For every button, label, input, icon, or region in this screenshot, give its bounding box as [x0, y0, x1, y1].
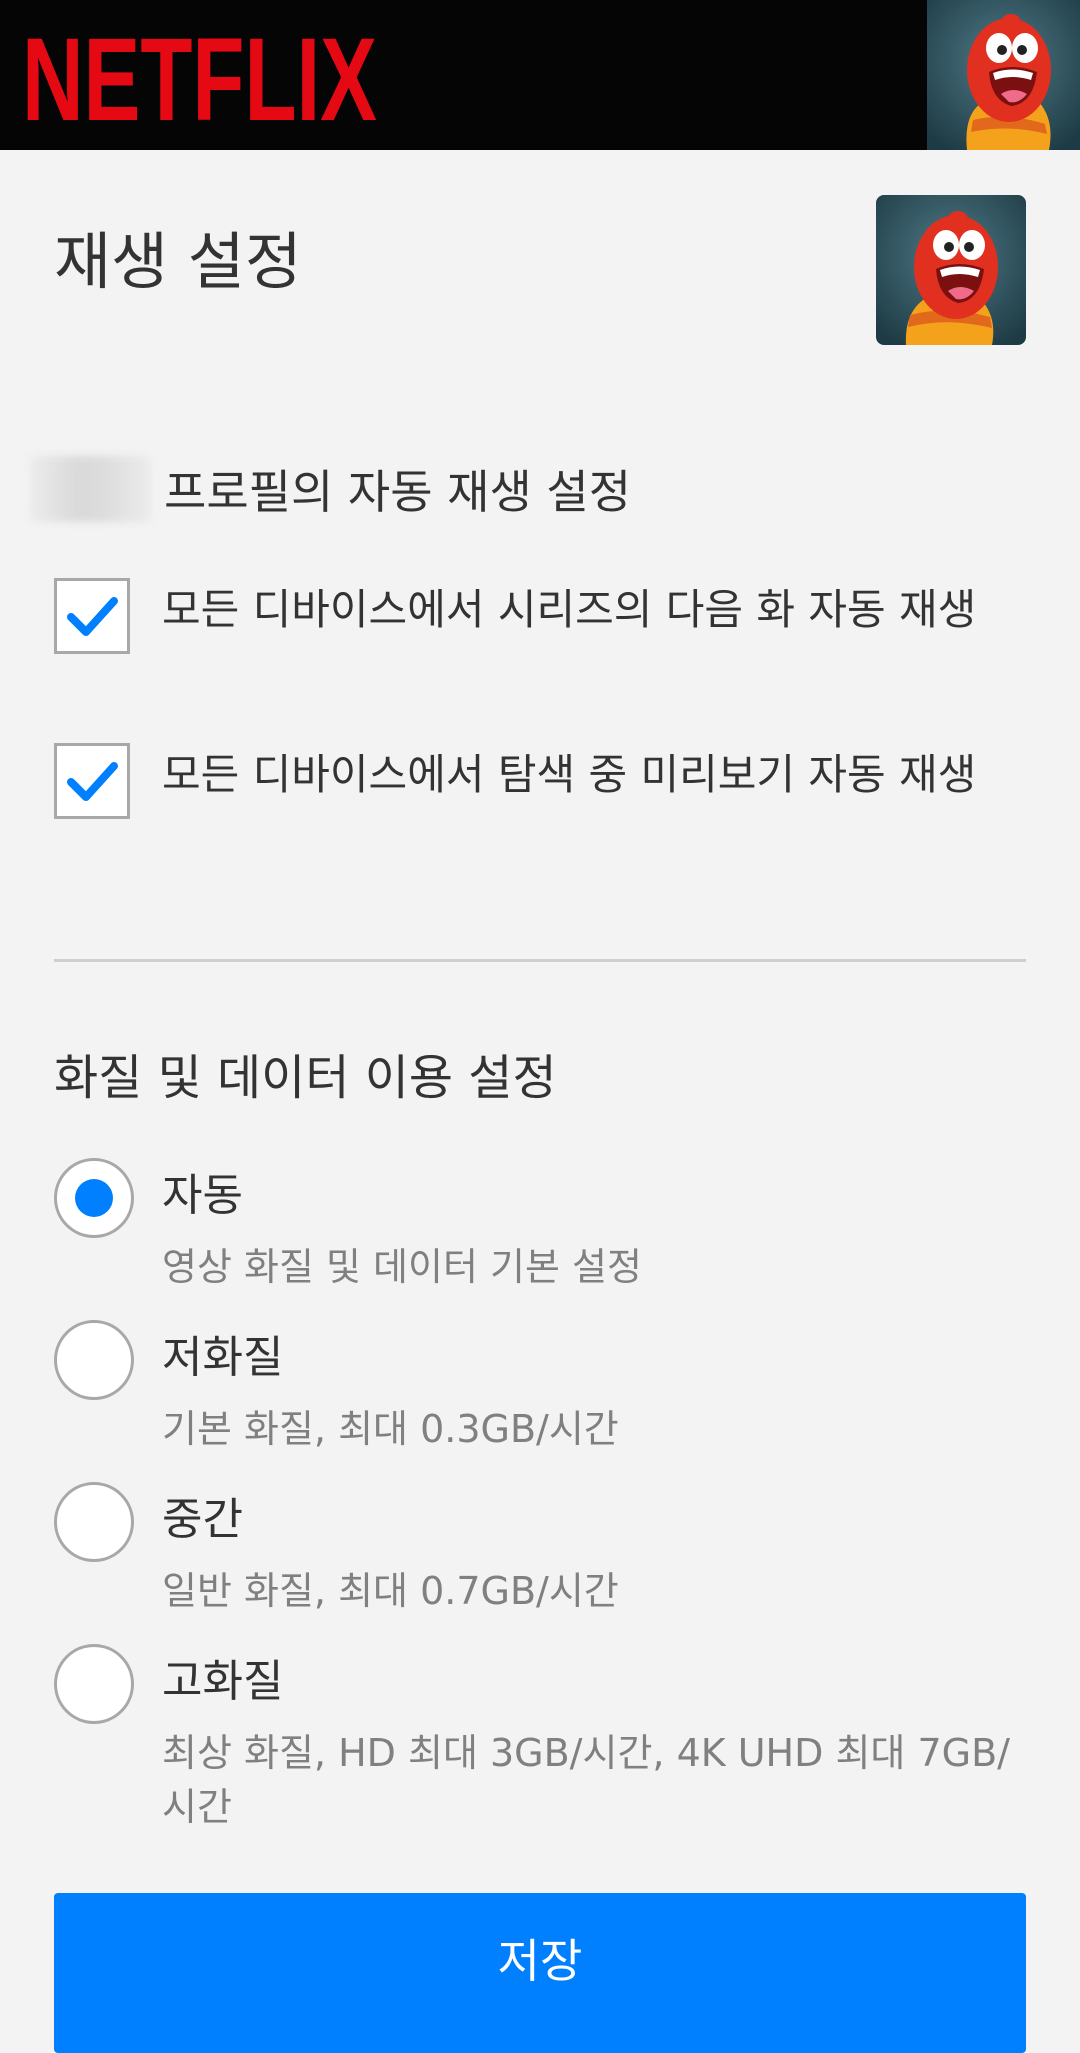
profile-avatar: [876, 195, 1026, 345]
quality-auto-description: 영상 화질 및 데이터 기본 설정: [162, 1245, 642, 1289]
quality-low-description: 기본 화질, 최대 0.3GB/시간: [162, 1407, 619, 1451]
profile-name-redacted: [30, 456, 152, 522]
account-avatar[interactable]: [927, 0, 1080, 150]
netflix-logo[interactable]: NETFLIX: [22, 24, 382, 132]
autoplay-next-episode-label: 모든 디바이스에서 시리즈의 다음 화 자동 재생: [162, 585, 977, 634]
svg-text:NETFLIX: NETFLIX: [22, 24, 377, 132]
autoplay-next-episode-checkbox[interactable]: [54, 578, 130, 654]
quality-section-heading: 화질 및 데이터 이용 설정: [54, 1050, 557, 1106]
quality-low-label: 저화질: [162, 1332, 284, 1383]
autoplay-previews-option[interactable]: 모든 디바이스에서 탐색 중 미리보기 자동 재생: [54, 743, 1014, 865]
quality-medium-label: 중간: [162, 1494, 243, 1545]
quality-option-medium[interactable]: 중간 일반 화질, 최대 0.7GB/시간: [54, 1482, 1014, 1622]
quality-high-radio[interactable]: [54, 1644, 134, 1724]
quality-auto-label: 자동: [162, 1170, 243, 1221]
radio-selected-dot: [75, 1179, 113, 1217]
larva-avatar-icon: [927, 0, 1080, 150]
page-title: 재생 설정: [54, 225, 302, 298]
quality-high-label: 고화질: [162, 1656, 284, 1707]
checkmark-icon: [67, 762, 118, 801]
autoplay-previews-checkbox[interactable]: [54, 743, 130, 819]
quality-option-low[interactable]: 저화질 기본 화질, 최대 0.3GB/시간: [54, 1320, 1014, 1460]
autoplay-next-episode-option[interactable]: 모든 디바이스에서 시리즈의 다음 화 자동 재생: [54, 578, 1014, 700]
quality-high-description: 최상 화질, HD 최대 3GB/시간, 4K UHD 최대 7GB/시간: [162, 1731, 1010, 1829]
section-divider: [54, 959, 1026, 962]
autoplay-heading-text: 프로필의 자동 재생 설정: [164, 465, 632, 519]
top-nav-bar: NETFLIX: [0, 0, 1080, 150]
quality-option-auto[interactable]: 자동 영상 화질 및 데이터 기본 설정: [54, 1158, 1014, 1298]
quality-medium-radio[interactable]: [54, 1482, 134, 1562]
save-button[interactable]: 저장: [54, 1893, 1026, 2053]
quality-option-high[interactable]: 고화질 최상 화질, HD 최대 3GB/시간, 4K UHD 최대 7GB/시…: [54, 1644, 1014, 1844]
autoplay-previews-label: 모든 디바이스에서 탐색 중 미리보기 자동 재생: [162, 750, 977, 799]
autoplay-section-heading: 프로필의 자동 재생 설정: [30, 456, 631, 522]
checkmark-icon: [67, 597, 118, 636]
quality-medium-description: 일반 화질, 최대 0.7GB/시간: [162, 1569, 619, 1613]
larva-avatar-icon: [876, 195, 1026, 345]
quality-low-radio[interactable]: [54, 1320, 134, 1400]
quality-auto-radio[interactable]: [54, 1158, 134, 1238]
